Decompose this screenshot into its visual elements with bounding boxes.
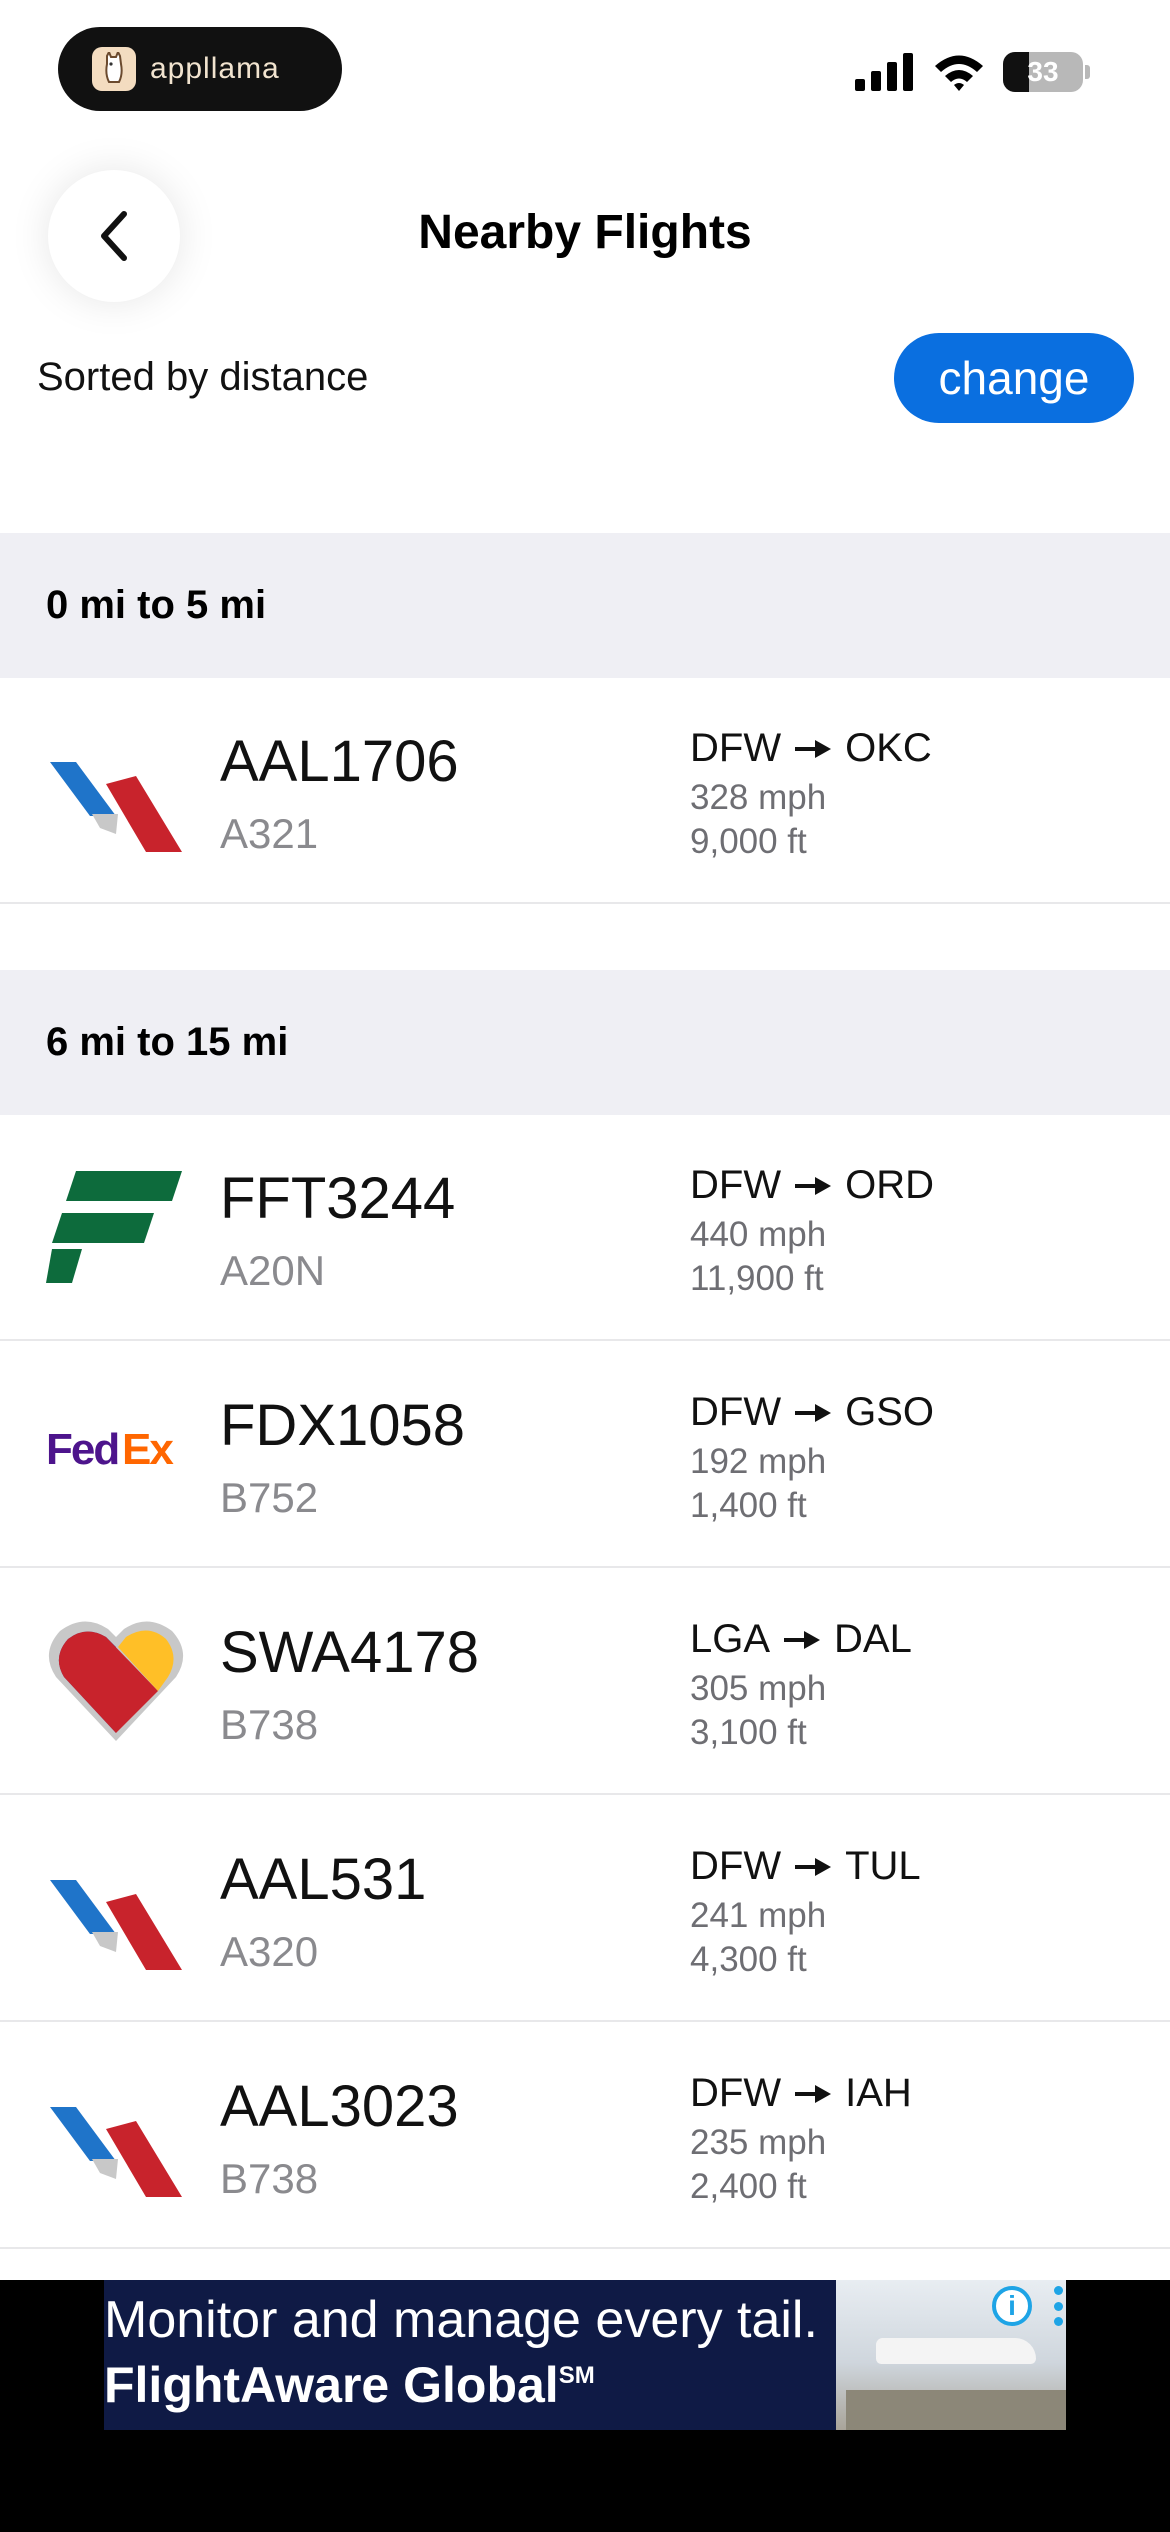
flight-row-aal1706[interactable]: AAL1706 A321 DFW OKC 328 mph 9,000 ft bbox=[0, 678, 1170, 904]
section-header-6-15: 6 mi to 15 mi bbox=[0, 970, 1170, 1115]
change-sort-button[interactable]: change bbox=[894, 333, 1134, 423]
flight-route: DFW OKC bbox=[690, 726, 932, 771]
ground-speed: 235 mph bbox=[690, 2123, 827, 2162]
ad-banner[interactable]: Monitor and manage every tail. FlightAwa… bbox=[104, 2280, 1066, 2430]
flight-callsign: AAL3023 bbox=[220, 2074, 459, 2139]
origin-airport: DFW bbox=[690, 1163, 782, 1207]
status-icons: 33 bbox=[855, 52, 1090, 92]
altitude: 2,400 ft bbox=[690, 2167, 807, 2206]
origin-airport: DFW bbox=[690, 726, 782, 770]
flight-callsign: SWA4178 bbox=[220, 1620, 479, 1685]
altitude: 4,300 ft bbox=[690, 1940, 807, 1979]
sort-label: Sorted by distance bbox=[37, 355, 369, 399]
origin-airport: DFW bbox=[690, 2071, 782, 2115]
destination-airport: GSO bbox=[845, 1390, 934, 1434]
altitude: 1,400 ft bbox=[690, 1486, 807, 1525]
battery-tip bbox=[1085, 65, 1090, 79]
arrow-right-icon bbox=[795, 1857, 832, 1876]
flight-row-fft3244[interactable]: FFT3244 A20N DFW ORD 440 mph 11,900 ft bbox=[0, 1115, 1170, 1341]
flight-row-fdx1058[interactable]: Fed Ex FDX1058 B752 DFW GSO 192 mph 1,40… bbox=[0, 1342, 1170, 1568]
battery-icon: 33 bbox=[1003, 52, 1083, 92]
app-badge-label: appllama bbox=[150, 52, 280, 85]
aircraft-type: A321 bbox=[220, 810, 319, 857]
southwest-heart-logo-icon bbox=[48, 1621, 184, 1741]
flight-route: DFW IAH bbox=[690, 2071, 912, 2116]
aircraft-type: B752 bbox=[220, 1474, 319, 1521]
ad-bar: Monitor and manage every tail. FlightAwa… bbox=[0, 2280, 1170, 2532]
american-airlines-logo-icon bbox=[50, 762, 182, 852]
flight-row-aal531[interactable]: AAL531 A320 DFW TUL 241 mph 4,300 ft bbox=[0, 1796, 1170, 2022]
flight-row-swa4178[interactable]: SWA4178 B738 LGA DAL 305 mph 3,100 ft bbox=[0, 1569, 1170, 1795]
origin-airport: DFW bbox=[690, 1390, 782, 1434]
american-airlines-logo-icon bbox=[50, 2107, 182, 2197]
battery-level: 33 bbox=[1027, 56, 1059, 87]
arrow-right-icon bbox=[784, 1630, 821, 1649]
aircraft-type: A20N bbox=[220, 1247, 326, 1294]
flight-row-aal3023[interactable]: AAL3023 B738 DFW IAH 235 mph 2,400 ft bbox=[0, 2023, 1170, 2249]
flight-route: DFW ORD bbox=[690, 1163, 934, 1208]
origin-airport: DFW bbox=[690, 1844, 782, 1888]
info-icon[interactable]: i bbox=[992, 2286, 1032, 2326]
section-title: 6 mi to 15 mi bbox=[46, 1020, 289, 1064]
flight-route: LGA DAL bbox=[690, 1617, 912, 1662]
llama-icon bbox=[92, 47, 136, 91]
ground-speed: 192 mph bbox=[690, 1442, 827, 1481]
flight-route: DFW TUL bbox=[690, 1844, 921, 1889]
svg-text:Ex: Ex bbox=[122, 1425, 174, 1474]
ground-speed: 328 mph bbox=[690, 778, 827, 817]
arrow-right-icon bbox=[795, 2084, 832, 2103]
aircraft-type: B738 bbox=[220, 2155, 319, 2202]
arrow-right-icon bbox=[795, 739, 832, 758]
section-title: 0 mi to 5 mi bbox=[46, 583, 267, 627]
aircraft-type: A320 bbox=[220, 1928, 319, 1975]
flight-callsign: AAL531 bbox=[220, 1847, 427, 1912]
ad-brand: FlightAware GlobalSM bbox=[104, 2356, 595, 2414]
arrow-right-icon bbox=[795, 1176, 832, 1195]
arrow-right-icon bbox=[795, 1403, 832, 1422]
ad-service-mark: SM bbox=[558, 2362, 595, 2389]
ad-brand-name: FlightAware Global bbox=[104, 2357, 559, 2413]
page-title: Nearby Flights bbox=[418, 206, 752, 259]
destination-airport: DAL bbox=[834, 1617, 912, 1661]
app-badge[interactable]: appllama bbox=[58, 27, 342, 111]
fedex-logo-icon: Fed Ex bbox=[46, 1425, 176, 1474]
status-bar: appllama 33 bbox=[0, 0, 1170, 140]
destination-airport: ORD bbox=[845, 1163, 934, 1207]
section-header-0-5: 0 mi to 5 mi bbox=[0, 533, 1170, 678]
destination-airport: OKC bbox=[845, 726, 932, 770]
flight-callsign: FDX1058 bbox=[220, 1393, 466, 1458]
wifi-icon bbox=[935, 55, 983, 91]
ad-headline: Monitor and manage every tail. bbox=[104, 2291, 818, 2349]
destination-airport: IAH bbox=[845, 2071, 912, 2115]
svg-text:Fed: Fed bbox=[46, 1425, 118, 1474]
altitude: 9,000 ft bbox=[690, 822, 807, 861]
altitude: 11,900 ft bbox=[690, 1259, 824, 1298]
frontier-logo-icon bbox=[46, 1171, 182, 1283]
origin-airport: LGA bbox=[690, 1617, 771, 1661]
aircraft-type: B738 bbox=[220, 1701, 319, 1748]
destination-airport: TUL bbox=[845, 1844, 921, 1888]
ground-speed: 440 mph bbox=[690, 1215, 827, 1254]
flight-route: DFW GSO bbox=[690, 1390, 934, 1435]
american-airlines-logo-icon bbox=[50, 1880, 182, 1970]
flight-callsign: AAL1706 bbox=[220, 729, 459, 794]
altitude: 3,100 ft bbox=[690, 1713, 807, 1752]
ground-speed: 241 mph bbox=[690, 1896, 827, 1935]
more-vertical-icon[interactable] bbox=[1052, 2286, 1064, 2326]
flight-callsign: FFT3244 bbox=[220, 1166, 456, 1231]
cellular-signal-icon bbox=[855, 53, 913, 91]
ground-speed: 305 mph bbox=[690, 1669, 827, 1708]
